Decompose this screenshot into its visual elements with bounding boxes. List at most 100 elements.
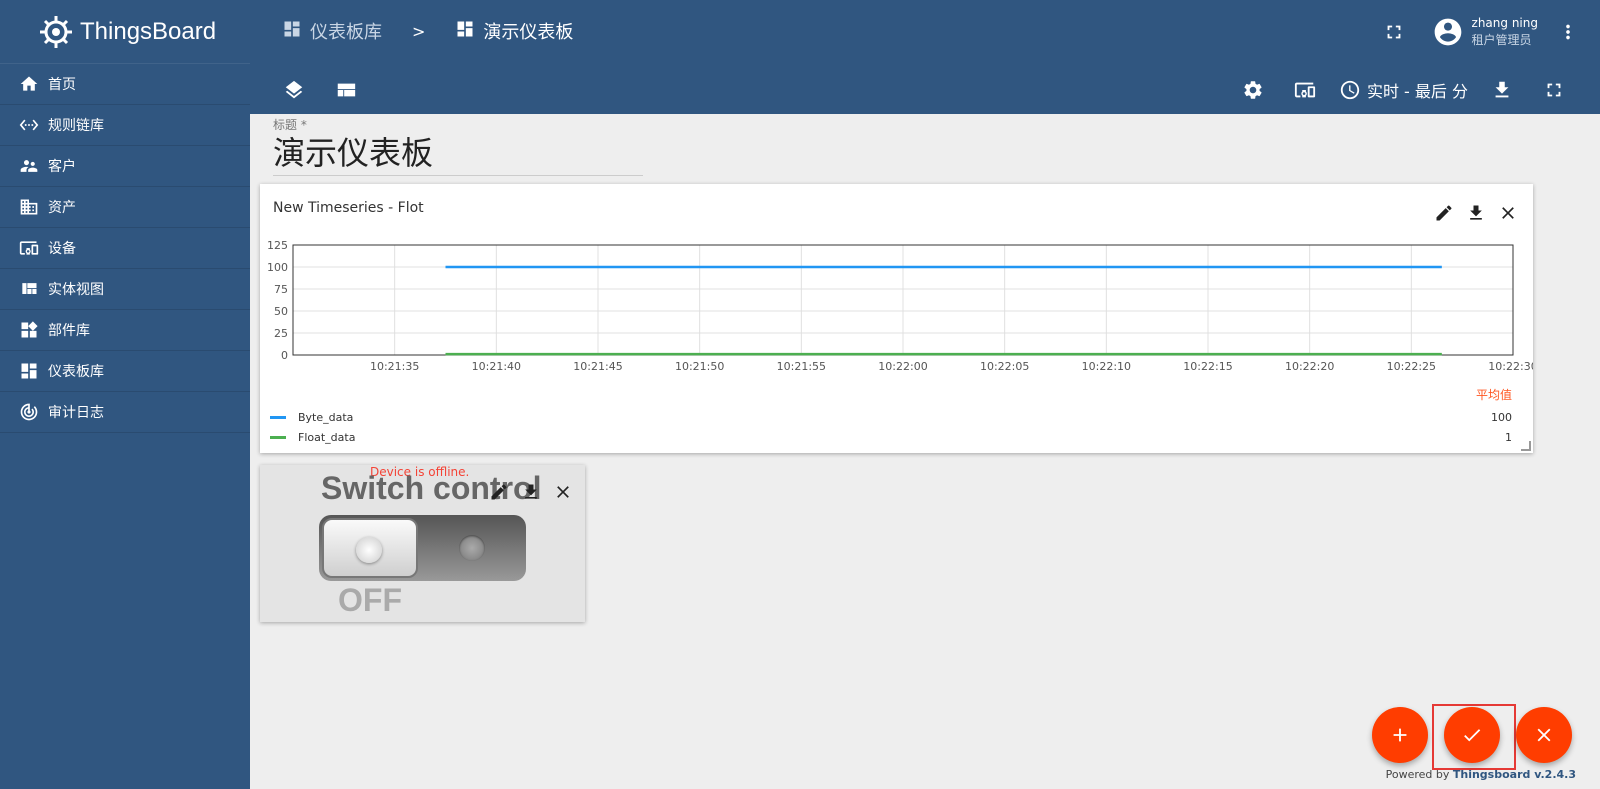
breadcrumb-current: 演示仪表板 [455, 18, 573, 44]
save-button[interactable] [1444, 707, 1500, 763]
title-label: 标题 * [273, 118, 307, 132]
breadcrumb-dashboards[interactable]: 仪表板库 [282, 18, 382, 44]
powered-link[interactable]: Thingsboard v.2.4.3 [1453, 768, 1576, 781]
breadcrumb-separator: > [412, 21, 426, 41]
legend-swatch [270, 435, 286, 439]
dashboard-icon [455, 19, 475, 44]
x-tick-label: 10:21:55 [777, 360, 826, 373]
powered-by: Powered by Thingsboard v.2.4.3 [1386, 768, 1576, 781]
download-icon [525, 484, 537, 499]
x-tick-label: 10:21:35 [370, 360, 419, 373]
legend-item[interactable]: Float_data 1 [270, 427, 1520, 447]
sidebar-item-customers[interactable]: 客户 [0, 146, 250, 187]
add-icon [1393, 728, 1407, 742]
user-menu[interactable]: zhang ning 租户管理员 [1432, 15, 1538, 49]
sidebar-item-label: 仪表板库 [48, 364, 104, 380]
close-icon [1537, 728, 1551, 742]
sidebar: ThingsBoard 首页 规则链库 客户 资产 设备 实体视图 部件库 仪表… [0, 0, 250, 789]
dashboard-toolbar-right: 实时 - 最后 分 [1235, 72, 1572, 108]
legend-label: Float_data [298, 430, 356, 444]
legend-item[interactable]: Byte_data 100 [270, 407, 1520, 427]
layout-button[interactable] [328, 72, 364, 108]
header-right: zhang ning 租户管理员 [1376, 0, 1600, 64]
x-tick-label: 10:22:20 [1285, 360, 1334, 373]
settings-ethernet-icon [18, 114, 40, 136]
entity-aliases-button[interactable] [1287, 72, 1323, 108]
top-header: 仪表板库 > 演示仪表板 zhang ning 租户管理员 实时 - 最后 分 [250, 0, 1600, 114]
x-tick-label: 10:21:50 [675, 360, 724, 373]
close-icon [557, 486, 569, 498]
resize-handle[interactable] [1521, 441, 1531, 451]
logo[interactable]: ThingsBoard [0, 0, 250, 64]
x-tick-label: 10:22:00 [878, 360, 927, 373]
x-tick-label: 10:22:15 [1183, 360, 1232, 373]
domain-icon [18, 196, 40, 218]
x-tick-label: 10:22:30 [1488, 360, 1533, 373]
sidebar-item-label: 资产 [48, 200, 76, 216]
widget-actions [487, 480, 575, 504]
edit-widget-button[interactable] [487, 480, 511, 504]
dashboard-fullscreen-button[interactable] [1536, 72, 1572, 108]
timewindow-button[interactable]: 实时 - 最后 分 [1339, 78, 1468, 102]
sidebar-item-entity-views[interactable]: 实体视图 [0, 269, 250, 310]
app-name: ThingsBoard [80, 17, 217, 45]
sidebar-item-label: 设备 [48, 241, 76, 257]
more-vert-icon [1566, 24, 1570, 40]
y-tick-label: 125 [267, 239, 288, 252]
user-role: 租户管理员 [1471, 33, 1532, 47]
track-changes-icon [18, 401, 40, 423]
devices-other-icon [1294, 82, 1316, 98]
sidebar-item-label: 客户 [48, 159, 76, 175]
settings-button[interactable] [1235, 72, 1271, 108]
legend-swatch [270, 415, 286, 419]
layers-button[interactable] [276, 72, 312, 108]
edit-icon [491, 484, 507, 500]
switch-state-label: OFF [338, 582, 402, 618]
breadcrumb: 仪表板库 > 演示仪表板 [282, 18, 573, 44]
sidebar-item-label: 规则链库 [48, 118, 104, 134]
x-tick-label: 10:21:45 [573, 360, 622, 373]
check-icon [1464, 729, 1481, 742]
view-quilt-icon [18, 278, 40, 300]
devices-other-icon [18, 237, 40, 259]
now-widgets-icon [18, 319, 40, 341]
title-input[interactable]: 演示仪表板 [273, 133, 643, 176]
chart-legend: 平均值 Byte_data 100 Float_data 1 [270, 386, 1520, 447]
dashboard-toolbar-left [276, 72, 364, 108]
thingsboard-logo-icon [40, 15, 72, 48]
y-tick-label: 100 [267, 261, 288, 274]
legend-label: Byte_data [298, 410, 354, 424]
y-tick-label: 75 [274, 283, 288, 296]
switch-toggle[interactable] [319, 515, 526, 581]
sidebar-item-dashboards[interactable]: 仪表板库 [0, 351, 250, 392]
remove-widget-button[interactable] [551, 480, 575, 504]
fullscreen-icon [1387, 25, 1400, 39]
dashboard-title-field[interactable]: 标题 * 演示仪表板 [273, 116, 643, 176]
sidebar-item-audit-logs[interactable]: 审计日志 [0, 392, 250, 433]
y-tick-label: 25 [274, 327, 288, 340]
fullscreen-button[interactable] [1376, 14, 1412, 50]
timeseries-widget[interactable]: New Timeseries - Flot 125 100 75 50 25 0 10:21… [260, 184, 1533, 453]
sidebar-item-home[interactable]: 首页 [0, 64, 250, 105]
powered-prefix: Powered by [1385, 768, 1453, 781]
export-widget-button[interactable] [519, 480, 543, 504]
sidebar-item-widgets-library[interactable]: 部件库 [0, 310, 250, 351]
toggle-indicator [459, 535, 485, 561]
x-tick-label: 10:21:40 [472, 360, 521, 373]
x-tick-label: 10:22:25 [1387, 360, 1436, 373]
sidebar-item-assets[interactable]: 资产 [0, 187, 250, 228]
x-tick-label: 10:22:05 [980, 360, 1029, 373]
add-widget-button[interactable] [1372, 707, 1428, 763]
sidebar-item-devices[interactable]: 设备 [0, 228, 250, 269]
cancel-button[interactable] [1516, 707, 1572, 763]
y-tick-label: 0 [281, 349, 288, 362]
home-icon [18, 73, 40, 95]
sidebar-item-label: 首页 [48, 77, 76, 93]
switch-widget[interactable]: Device is offline. Switch control OFF [260, 465, 585, 622]
toggle-knob [322, 518, 418, 578]
clock-icon [1340, 80, 1360, 100]
more-menu-button[interactable] [1550, 14, 1586, 50]
sidebar-item-rule-chains[interactable]: 规则链库 [0, 105, 250, 146]
export-button[interactable] [1484, 72, 1520, 108]
breadcrumb-label: 仪表板库 [310, 22, 382, 43]
